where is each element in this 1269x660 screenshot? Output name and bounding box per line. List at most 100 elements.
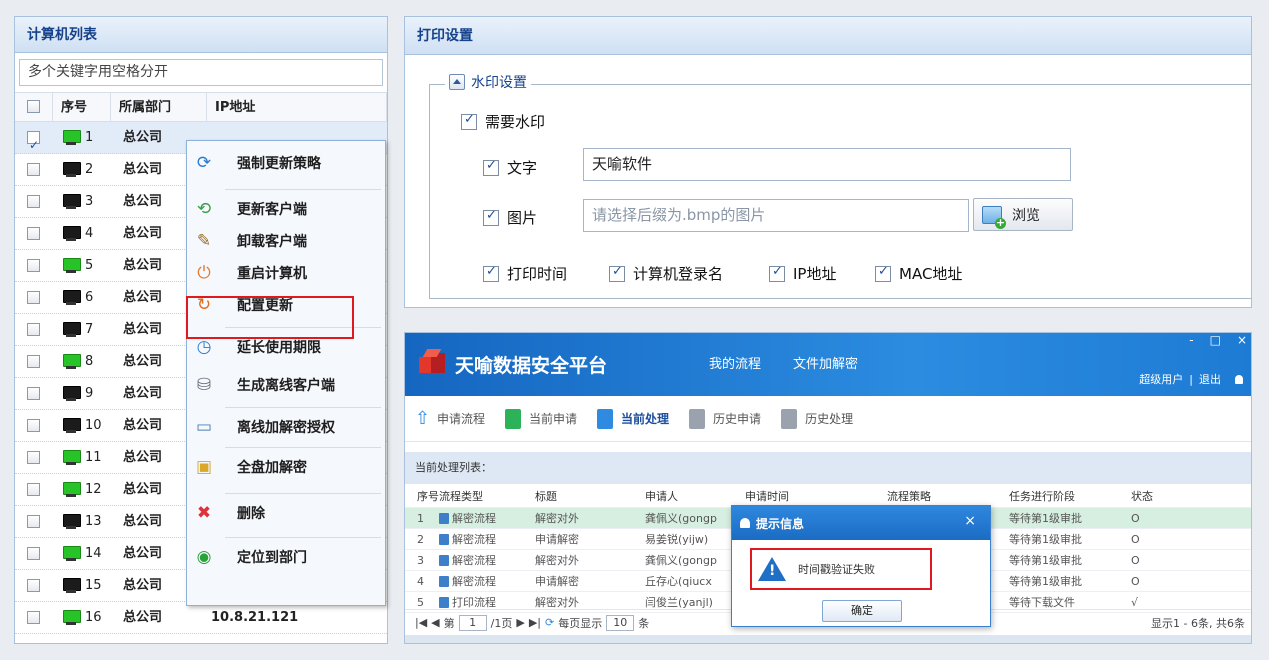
per-page-unit: 条: [638, 616, 650, 630]
login-name-checkbox[interactable]: 计算机登录名: [609, 263, 723, 284]
tab-history-handle[interactable]: 历史处理: [781, 408, 853, 429]
menu-item-2[interactable]: ⟲ 更新客户端: [187, 193, 385, 225]
document-check-icon: [597, 408, 614, 429]
computer-icon: [61, 513, 81, 530]
nav-file-crypto[interactable]: 文件加解密: [793, 353, 858, 372]
tab-current-apply[interactable]: 当前申请: [505, 408, 577, 429]
minimize-button[interactable]: -: [1189, 333, 1193, 347]
grid-col-header[interactable]: 申请时间: [745, 488, 887, 504]
offline-disk-icon: ⛁: [196, 375, 212, 395]
table-row[interactable]: 16 总公司 10.8.21.121: [15, 602, 387, 634]
dialog-header: 提示信息 ×: [732, 506, 990, 540]
menu-item-10[interactable]: ✖ 删除: [187, 497, 385, 529]
row-checkbox[interactable]: [15, 378, 53, 409]
row-checkbox[interactable]: [15, 602, 53, 633]
row-checkbox[interactable]: [15, 314, 53, 345]
dialog-title: 提示信息: [756, 516, 805, 531]
grid-col-header[interactable]: 标题: [535, 488, 645, 504]
image-path-input[interactable]: 请选择后缀为.bmp的图片: [583, 199, 969, 232]
user-bar: 超级用户 | 退出: [1139, 371, 1243, 387]
mac-address-checkbox[interactable]: MAC地址: [875, 263, 962, 284]
row-checkbox[interactable]: [15, 410, 53, 441]
delete-icon: ✖: [196, 503, 212, 523]
watermark-text-input[interactable]: 天喻软件: [583, 148, 1071, 181]
print-time-checkbox[interactable]: 打印时间: [483, 263, 567, 284]
menu-item-1[interactable]: ⟳ 强制更新策略: [187, 147, 385, 179]
context-menu: ⟳ 强制更新策略 ⟲ 更新客户端 ✎ 卸载客户端 ⏻ 重启计算机 ↻ 配置更新 ◷ 延长使用期限 ⛁ 生成…: [186, 140, 386, 606]
row-checkbox[interactable]: [15, 122, 53, 161]
row-number: 2: [53, 154, 111, 185]
row-checkbox[interactable]: [15, 218, 53, 249]
menu-item-7[interactable]: ⛁ 生成离线客户端: [187, 369, 385, 401]
computer-icon: [61, 257, 81, 274]
menu-item-8[interactable]: ▭ 离线加解密授权: [187, 411, 385, 443]
tab-apply-process[interactable]: ⇧ 申请流程: [415, 407, 485, 429]
user-name[interactable]: 超级用户: [1139, 371, 1183, 387]
next-page-icon[interactable]: ▶: [516, 616, 524, 629]
row-number: 8: [53, 346, 111, 377]
clock-icon: ◷: [196, 337, 212, 357]
row-number: 16: [53, 602, 111, 633]
row-number: 9: [53, 378, 111, 409]
menu-separator: [225, 537, 381, 538]
prev-page-icon[interactable]: ◀: [431, 616, 439, 629]
row-checkbox[interactable]: [15, 442, 53, 473]
row-checkbox[interactable]: [15, 282, 53, 313]
grid-col-header[interactable]: 任务进行阶段: [1009, 488, 1131, 504]
row-checkbox[interactable]: [15, 346, 53, 377]
ok-button[interactable]: 确定: [822, 600, 902, 622]
ip-address-checkbox[interactable]: IP地址: [769, 263, 836, 284]
grid-col-header[interactable]: 流程类型: [439, 488, 535, 504]
text-checkbox[interactable]: 文字: [483, 157, 537, 178]
row-checkbox[interactable]: [15, 570, 53, 601]
menu-item-11[interactable]: ◉ 定位到部门: [187, 541, 385, 573]
page-input[interactable]: 1: [458, 614, 487, 631]
search-input[interactable]: 多个关键字用空格分开: [19, 59, 383, 86]
watermark-legend[interactable]: 水印设置: [445, 72, 531, 92]
per-page-input[interactable]: 10: [606, 614, 635, 631]
row-number: 14: [53, 538, 111, 569]
logout-link[interactable]: 退出: [1199, 371, 1221, 387]
menu-item-3[interactable]: ✎ 卸载客户端: [187, 225, 385, 257]
browse-button[interactable]: 浏览: [973, 198, 1073, 231]
computer-icon: [61, 225, 81, 242]
need-watermark-checkbox[interactable]: 需要水印: [461, 111, 545, 132]
tab-history-apply[interactable]: 历史申请: [689, 408, 761, 429]
row-checkbox[interactable]: [15, 154, 53, 185]
computer-list-title: 计算机列表: [15, 17, 387, 53]
grid-col-header[interactable]: 流程策略: [887, 488, 1009, 504]
maximize-button[interactable]: □: [1210, 333, 1221, 347]
print-settings-title: 打印设置: [405, 17, 1251, 55]
menu-separator: [225, 493, 381, 494]
select-all-checkbox[interactable]: [15, 93, 53, 121]
nav-my-process[interactable]: 我的流程: [709, 353, 761, 372]
grid-col-header[interactable]: 申请人: [645, 488, 745, 504]
refresh-icon[interactable]: ⟳: [545, 616, 554, 629]
close-button[interactable]: ×: [1237, 333, 1247, 347]
row-checkbox[interactable]: [15, 186, 53, 217]
computer-icon: [61, 545, 81, 562]
grid-col-header[interactable]: 状态: [1131, 488, 1211, 504]
last-page-icon[interactable]: ▶|: [529, 616, 541, 629]
bell-icon[interactable]: [1235, 374, 1243, 384]
tab-current-handle[interactable]: 当前处理: [597, 408, 669, 429]
col-header-dept[interactable]: 所属部门: [111, 93, 207, 121]
row-checkbox[interactable]: [15, 474, 53, 505]
col-header-ip[interactable]: IP地址: [207, 93, 387, 121]
dialog-close-button[interactable]: ×: [964, 513, 976, 529]
image-checkbox[interactable]: 图片: [483, 207, 537, 228]
footer-bar: [405, 635, 1251, 643]
first-page-icon[interactable]: |◀: [415, 616, 427, 629]
collapse-icon[interactable]: [449, 74, 465, 90]
logo-cube-icon: [419, 349, 447, 377]
row-checkbox[interactable]: [15, 250, 53, 281]
menu-item-9[interactable]: ▣ 全盘加解密: [187, 451, 385, 483]
col-header-no[interactable]: 序号: [53, 93, 111, 121]
computer-icon: [61, 289, 81, 306]
menu-item-4[interactable]: ⏻ 重启计算机: [187, 257, 385, 289]
grid-col-header[interactable]: 序号: [405, 488, 439, 504]
row-checkbox[interactable]: [15, 538, 53, 569]
menu-separator: [225, 447, 381, 448]
upload-icon: ⇧: [415, 407, 431, 429]
row-checkbox[interactable]: [15, 506, 53, 537]
